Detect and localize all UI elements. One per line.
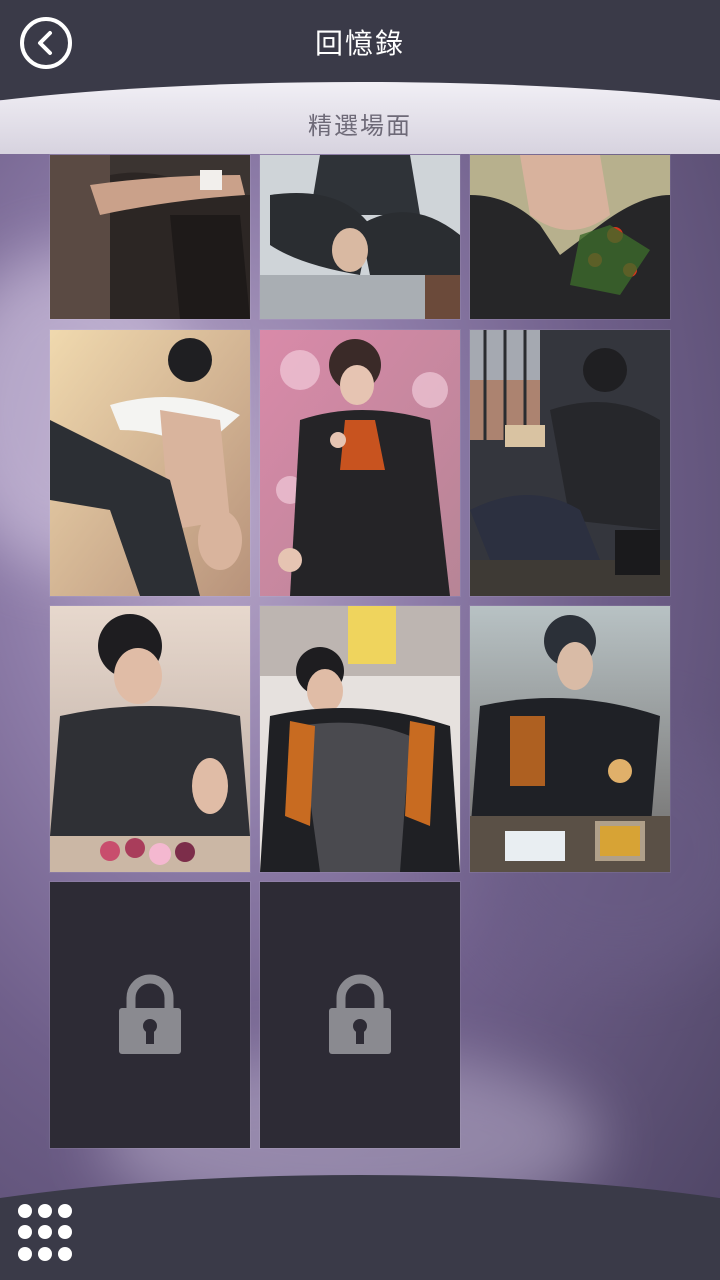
gallery-thumb-7[interactable] xyxy=(50,606,250,872)
scene-thumbnail xyxy=(470,606,670,872)
menu-button[interactable] xyxy=(18,1204,76,1262)
page-title: 回憶錄 xyxy=(314,27,405,60)
gallery-thumb-4[interactable] xyxy=(50,330,250,596)
gallery-thumb-2[interactable] xyxy=(260,155,460,319)
scene-thumbnail xyxy=(50,155,250,319)
scene-thumbnail xyxy=(260,606,460,872)
scene-thumbnail xyxy=(50,606,250,872)
gallery-thumb-5[interactable] xyxy=(260,330,460,596)
lock-icon xyxy=(119,974,181,1054)
grid-menu-icon xyxy=(18,1204,32,1218)
bottom-bar xyxy=(0,1175,720,1280)
lock-icon xyxy=(329,974,391,1054)
locked-tile-2[interactable] xyxy=(260,882,460,1148)
gallery-thumb-1[interactable] xyxy=(50,155,250,319)
scene-thumbnail xyxy=(260,155,460,319)
gallery-thumb-6[interactable] xyxy=(470,330,670,596)
scene-thumbnail xyxy=(470,330,670,596)
scene-thumbnail xyxy=(470,155,670,319)
scene-thumbnail xyxy=(260,330,460,596)
gallery-thumb-9[interactable] xyxy=(470,606,670,872)
gallery-thumb-3[interactable] xyxy=(470,155,670,319)
gallery-thumb-8[interactable] xyxy=(260,606,460,872)
section-title: 精選場面 xyxy=(308,112,412,140)
locked-tile-1[interactable] xyxy=(50,882,250,1148)
scene-thumbnail xyxy=(50,330,250,596)
